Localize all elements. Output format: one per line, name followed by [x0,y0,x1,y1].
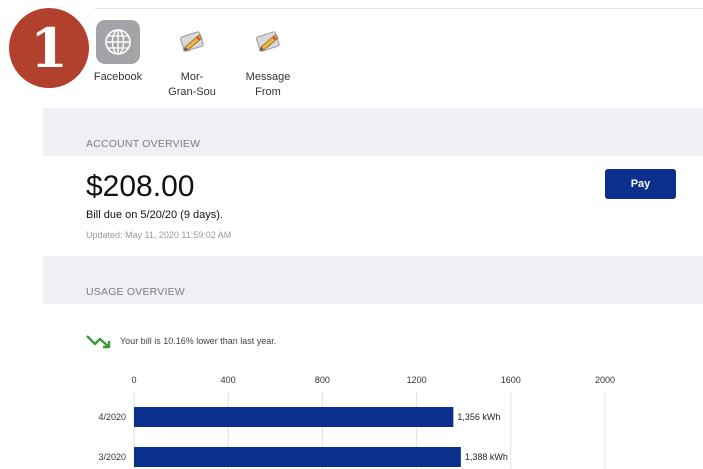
category-label: 3/2020 [98,452,126,462]
x-tick-label: 0 [131,375,136,385]
x-tick-label: 1200 [407,375,427,385]
bar-value-label: 1,356 kWh [457,412,500,422]
x-tick-label: 800 [315,375,330,385]
x-tick-label: 2000 [595,375,615,385]
usage-bar-chart: 0 400 800 1200 1600 2000 4/2020 1,356 kWh 3/2020… [98,375,615,469]
x-tick-label: 1600 [501,375,521,385]
x-tick-label: 400 [221,375,236,385]
category-label: 4/2020 [98,412,126,422]
usage-bar [134,407,454,427]
bar-value-label: 1,388 kWh [465,452,508,462]
usage-bar [134,447,461,467]
